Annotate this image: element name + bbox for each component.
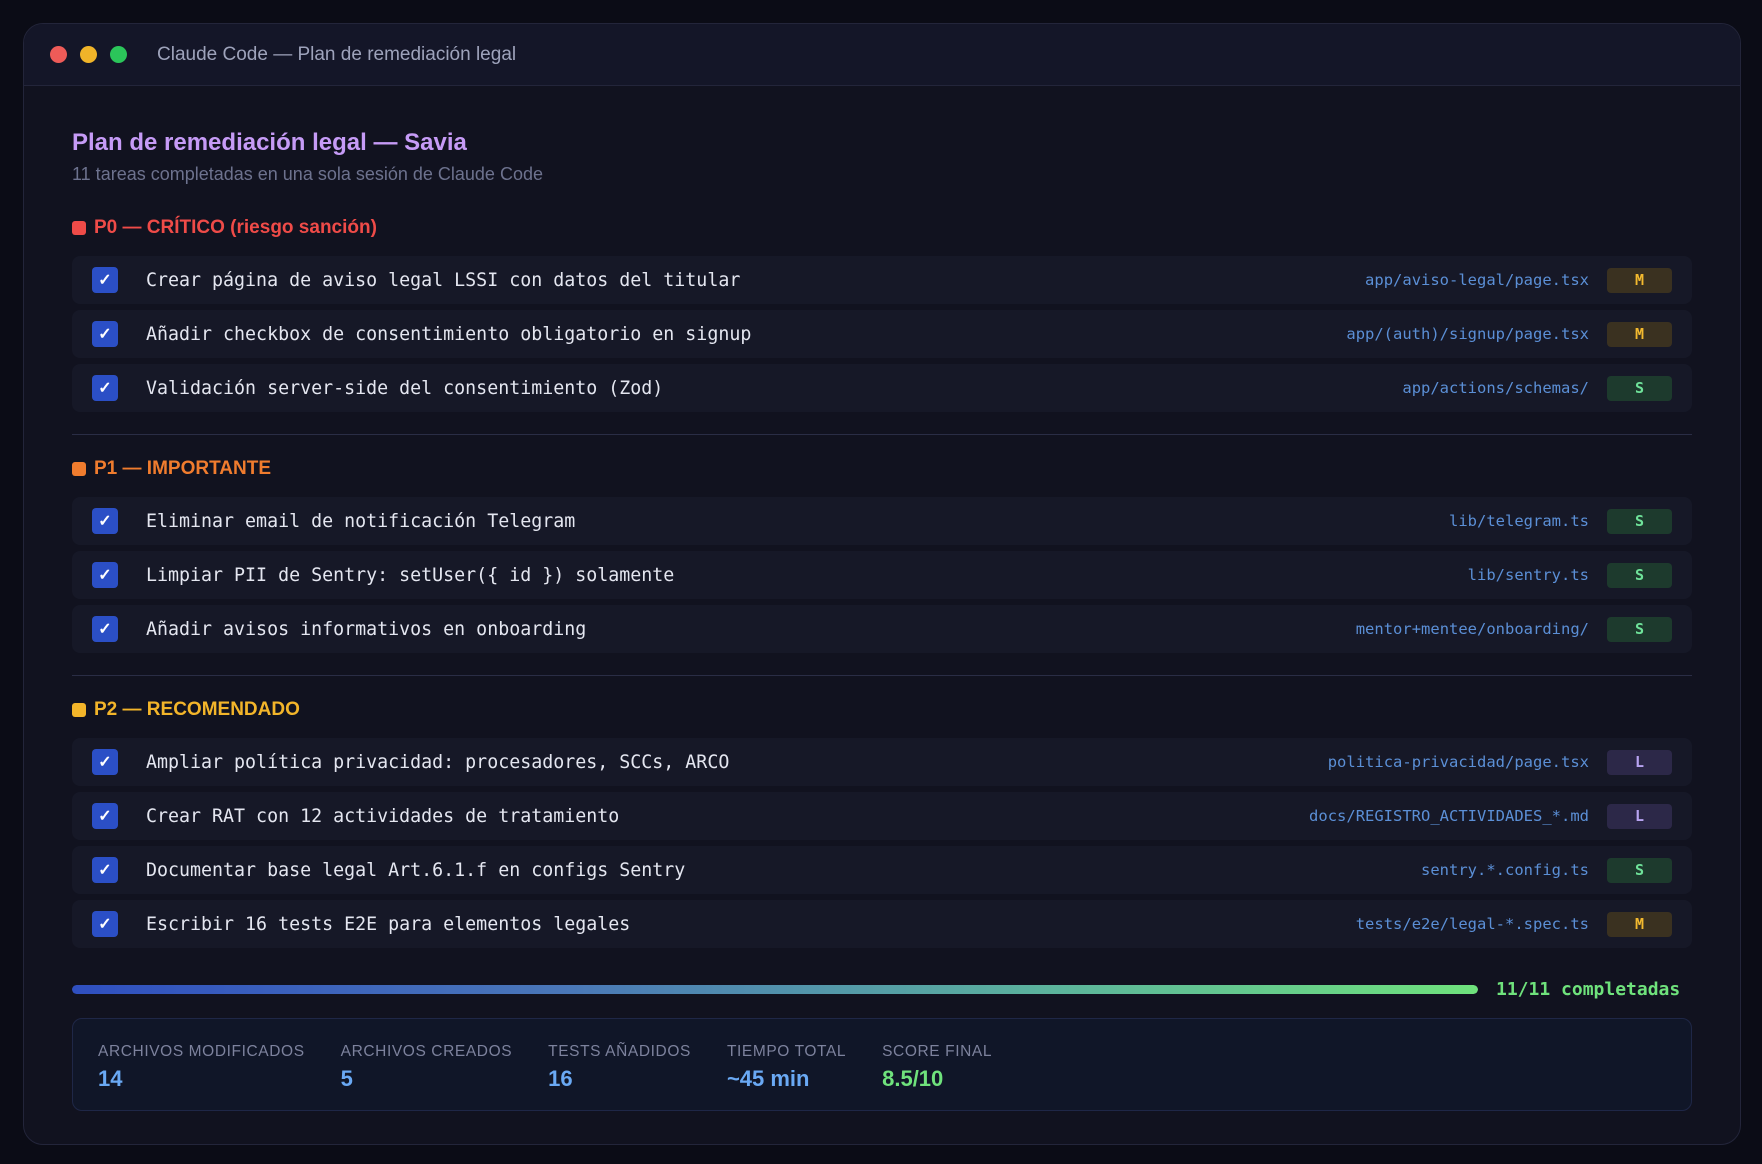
task-row: ✓ Validación server-side del consentimien… <box>72 364 1692 412</box>
task-row: ✓ Limpiar PII de Sentry: setUser({ id }) … <box>72 551 1692 599</box>
task-file-path: sentry.*.config.ts <box>1421 861 1589 879</box>
stat-item: TESTS AÑADIDOS 16 <box>548 1042 691 1092</box>
task-row: ✓ Documentar base legal Art.6.1.f en conf… <box>72 846 1692 894</box>
task-size-badge: S <box>1607 857 1672 883</box>
task-size-badge: M <box>1607 911 1672 937</box>
task-file-path: app/aviso-legal/page.tsx <box>1365 271 1589 289</box>
task-row: ✓ Escribir 16 tests E2E para elementos le… <box>72 900 1692 948</box>
task-file-path: lib/sentry.ts <box>1467 566 1589 584</box>
task-text: Ampliar política privacidad: procesadore… <box>146 751 730 773</box>
stat-item: ARCHIVOS MODIFICADOS 14 <box>98 1042 305 1092</box>
task-size-badge: M <box>1607 267 1672 293</box>
task-text: Crear página de aviso legal LSSI con dat… <box>146 269 741 291</box>
task-size-badge: S <box>1607 375 1672 401</box>
stat-value: 14 <box>98 1066 123 1091</box>
stat-label: SCORE FINAL <box>882 1043 993 1060</box>
task-size-badge: S <box>1607 562 1672 588</box>
section-label: P1 — IMPORTANTE <box>94 458 271 479</box>
task-row: ✓ Eliminar email de notificación Telegram… <box>72 497 1692 545</box>
section-header-p0: P0 — CRÍTICO (riesgo sanción) <box>72 214 1692 242</box>
task-text: Validación server-side del consentimient… <box>146 377 664 399</box>
progress-row: 11/11 completadas <box>72 978 1692 1000</box>
task-text: Crear RAT con 12 actividades de tratamie… <box>146 805 620 827</box>
main-content: Plan de remediación legal — Savia 11 tar… <box>24 128 1740 1111</box>
section-divider <box>72 675 1692 676</box>
stat-value: 16 <box>548 1066 573 1091</box>
close-window-button[interactable] <box>50 46 67 63</box>
task-row: ✓ Crear RAT con 12 actividades de tratami… <box>72 792 1692 840</box>
minimize-window-button[interactable] <box>80 46 97 63</box>
task-row: ✓ Añadir checkbox de consentimiento oblig… <box>72 310 1692 358</box>
window-title: Claude Code — Plan de remediación legal <box>157 43 517 65</box>
title-bar: Claude Code — Plan de remediación legal <box>24 24 1740 86</box>
stat-label: TIEMPO TOTAL <box>726 1043 847 1060</box>
task-text: Añadir avisos informativos en onboarding <box>146 618 587 640</box>
priority-square-icon <box>72 221 86 235</box>
task-checkbox[interactable]: ✓ <box>92 375 118 401</box>
priority-square-icon <box>72 703 86 717</box>
task-size-badge: S <box>1607 508 1672 534</box>
progress-label: 11/11 completadas <box>1496 978 1681 1000</box>
stat-value: 8.5/10 <box>882 1066 944 1091</box>
stat-item: SCORE FINAL 8.5/10 <box>882 1042 992 1092</box>
task-file-path: app/actions/schemas/ <box>1402 379 1589 397</box>
task-checkbox[interactable]: ✓ <box>92 803 118 829</box>
task-text: Eliminar email de notificación Telegram <box>146 510 576 532</box>
task-file-path: tests/e2e/legal-*.spec.ts <box>1355 915 1589 933</box>
stat-label: ARCHIVOS MODIFICADOS <box>98 1043 305 1060</box>
task-checkbox[interactable]: ✓ <box>92 267 118 293</box>
task-checkbox[interactable]: ✓ <box>92 321 118 347</box>
task-file-path: app/(auth)/signup/page.tsx <box>1346 325 1589 343</box>
stat-value: ~45 min <box>726 1066 810 1091</box>
task-checkbox[interactable]: ✓ <box>92 562 118 588</box>
task-size-badge: L <box>1607 749 1672 775</box>
task-text: Añadir checkbox de consentimiento obliga… <box>146 323 752 345</box>
task-row: ✓ Ampliar política privacidad: procesador… <box>72 738 1692 786</box>
app-window: Claude Code — Plan de remediación legal … <box>23 23 1741 1145</box>
section-divider <box>72 434 1692 435</box>
task-checkbox[interactable]: ✓ <box>92 911 118 937</box>
page-title: Plan de remediación legal — Savia <box>72 129 467 156</box>
progress-bar <box>72 984 1478 994</box>
task-row: ✓ Crear página de aviso legal LSSI con da… <box>72 256 1692 304</box>
stat-label: TESTS AÑADIDOS <box>548 1043 691 1060</box>
task-file-path: politica-privacidad/page.tsx <box>1327 753 1589 771</box>
section-header-p2: P2 — RECOMENDADO <box>72 696 1692 724</box>
progress-bar-fill <box>72 984 1478 994</box>
section-label: P0 — CRÍTICO (riesgo sanción) <box>94 217 377 238</box>
task-size-badge: L <box>1607 803 1672 829</box>
task-checkbox[interactable]: ✓ <box>92 749 118 775</box>
task-text: Escribir 16 tests E2E para elementos leg… <box>146 913 631 935</box>
task-file-path: docs/REGISTRO_ACTIVIDADES_*.md <box>1309 807 1589 825</box>
page-subtitle: 11 tareas completadas en una sola sesión… <box>72 164 543 184</box>
task-checkbox[interactable]: ✓ <box>92 857 118 883</box>
stat-label: ARCHIVOS CREADOS <box>340 1043 513 1060</box>
section-header-p1: P1 — IMPORTANTE <box>72 455 1692 483</box>
task-sections: P0 — CRÍTICO (riesgo sanción) ✓ Crear pági… <box>72 214 1692 948</box>
task-size-badge: S <box>1607 616 1672 642</box>
maximize-window-button[interactable] <box>110 46 127 63</box>
task-file-path: mentor+mentee/onboarding/ <box>1355 620 1589 638</box>
stat-value: 5 <box>340 1066 353 1091</box>
task-text: Limpiar PII de Sentry: setUser({ id }) s… <box>146 564 675 586</box>
task-file-path: lib/telegram.ts <box>1449 512 1589 530</box>
priority-square-icon <box>72 462 86 476</box>
task-size-badge: M <box>1607 321 1672 347</box>
task-row: ✓ Añadir avisos informativos en onboardin… <box>72 605 1692 653</box>
task-checkbox[interactable]: ✓ <box>92 616 118 642</box>
stat-item: TIEMPO TOTAL ~45 min <box>727 1042 846 1092</box>
task-text: Documentar base legal Art.6.1.f en confi… <box>146 859 686 881</box>
summary-stats-panel: ARCHIVOS MODIFICADOS 14 ARCHIVOS CREADOS 5 T… <box>72 1018 1692 1111</box>
task-checkbox[interactable]: ✓ <box>92 508 118 534</box>
section-label: P2 — RECOMENDADO <box>94 699 300 720</box>
stat-item: ARCHIVOS CREADOS 5 <box>341 1042 513 1092</box>
